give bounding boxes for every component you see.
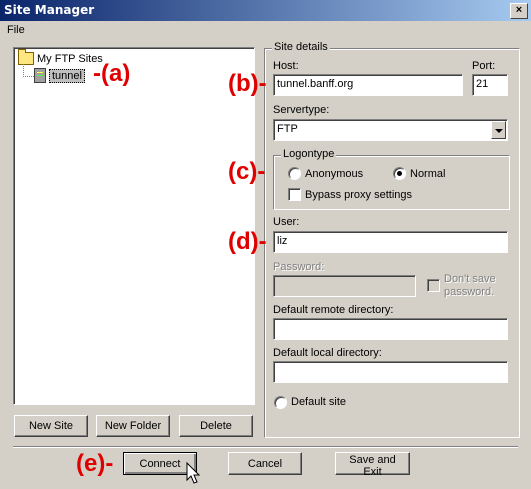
- normal-radio[interactable]: [393, 167, 406, 180]
- mouse-cursor-icon: [186, 462, 201, 484]
- host-label: Host:: [273, 60, 299, 72]
- port-label: Port:: [472, 60, 496, 72]
- anonymous-radio[interactable]: [288, 167, 301, 180]
- logontype-label: Logontype: [281, 148, 337, 160]
- servertype-value: FTP: [277, 123, 298, 135]
- new-folder-button[interactable]: New Folder: [96, 415, 170, 437]
- server-icon: [34, 68, 46, 83]
- menu-file[interactable]: File: [7, 24, 25, 36]
- window-title: Site Manager: [4, 3, 95, 17]
- delete-button[interactable]: Delete: [179, 415, 253, 437]
- anonymous-label[interactable]: Anonymous: [305, 168, 363, 180]
- port-input[interactable]: 21: [472, 74, 508, 96]
- password-label: Password:: [273, 261, 325, 273]
- user-input[interactable]: liz: [273, 231, 508, 253]
- user-label: User:: [273, 216, 300, 228]
- menu-bar: File: [0, 21, 531, 39]
- servertype-select[interactable]: FTP: [273, 119, 508, 141]
- bypass-proxy-checkbox[interactable]: [288, 188, 301, 201]
- remote-dir-input[interactable]: [273, 318, 508, 340]
- password-input[interactable]: [273, 275, 416, 297]
- site-tree[interactable]: My FTP Sites tunnel: [13, 47, 255, 405]
- site-details-label: Site details: [272, 41, 330, 53]
- close-icon: ×: [515, 4, 523, 16]
- normal-label[interactable]: Normal: [410, 168, 445, 180]
- dont-save-label-line1: Don't save: [444, 273, 496, 285]
- default-site-label[interactable]: Default site: [291, 396, 346, 408]
- annotation-c: (c)-: [228, 158, 266, 185]
- tree-item-tunnel[interactable]: tunnel: [34, 68, 85, 83]
- logontype-group: [273, 155, 510, 210]
- host-input[interactable]: tunnel.banff.org: [273, 74, 463, 96]
- tree-item-label: tunnel: [49, 68, 85, 83]
- annotation-d: (d)-: [228, 228, 267, 255]
- annotation-e: (e)-: [76, 450, 114, 477]
- servertype-label: Servertype:: [273, 104, 330, 116]
- cancel-button[interactable]: Cancel: [228, 452, 302, 475]
- title-bar: Site Manager ×: [0, 0, 531, 21]
- remote-dir-label: Default remote directory:: [273, 304, 394, 316]
- local-dir-label: Default local directory:: [273, 347, 382, 359]
- new-site-button[interactable]: New Site: [14, 415, 88, 437]
- save-and-exit-button[interactable]: Save and Exit: [335, 452, 410, 478]
- dont-save-password-checkbox[interactable]: [427, 279, 440, 292]
- bypass-proxy-label[interactable]: Bypass proxy settings: [305, 189, 412, 201]
- close-button[interactable]: ×: [510, 3, 528, 19]
- local-dir-input[interactable]: [273, 361, 508, 383]
- footer-separator: [13, 446, 518, 448]
- dropdown-arrow-icon[interactable]: [491, 121, 506, 139]
- annotation-b: (b)-: [228, 70, 267, 97]
- annotation-a: -(a): [93, 60, 131, 87]
- default-site-radio[interactable]: [274, 396, 287, 409]
- dont-save-label-line2: password.: [444, 286, 495, 298]
